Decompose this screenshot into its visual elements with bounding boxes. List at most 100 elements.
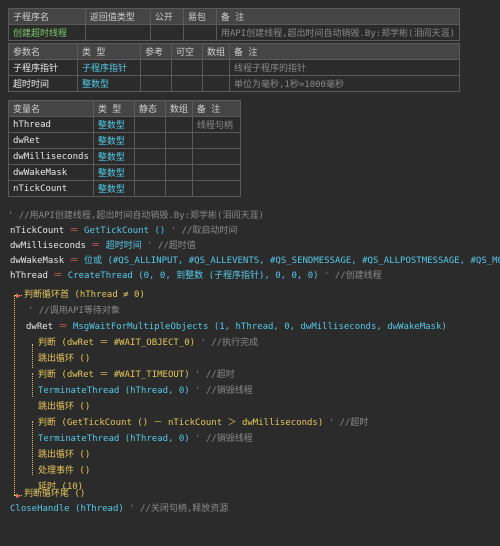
var-static-cell[interactable] [133,148,166,165]
header-cell: 变量名 [8,100,94,117]
var-note-cell[interactable] [191,148,242,165]
header-cell: 易包 [182,8,217,25]
variable-row[interactable]: dwRet 整数型 [8,132,242,149]
header-cell: 备 注 [215,8,461,25]
subroutine-name-cell[interactable]: 创建超时线程 [8,24,86,41]
code-op: ＝ [64,226,85,236]
code-line-break[interactable]: 跳出循环 () [38,448,90,462]
code-call: TerminateThread (hThread, 0) [38,386,190,396]
code-line-loop-tail[interactable]: 判断循环尾 () [24,487,85,501]
header-cell: 备 注 [229,43,460,60]
code-line[interactable]: nTickCount ＝ GetTickCount () ' //取启动时间 [10,224,237,238]
code-line[interactable]: dwMilliseconds ＝ 超时时间 ' //超时值 [10,239,196,253]
var-static-cell[interactable] [133,164,166,181]
code-comment: ' //超时 [189,370,235,380]
var-static-cell[interactable] [133,180,166,197]
param-note-cell[interactable]: 线程子程序的指针 [229,59,460,76]
var-type-cell[interactable]: 整数型 [92,132,135,149]
variable-row[interactable]: dwMilliseconds 整数型 [8,148,242,165]
header-cell: 类 型 [77,43,141,60]
parameter-row[interactable]: 子程序指针 子程序指针 线程子程序的指针 [8,59,460,76]
code-call: MsgWaitForMultipleObjects (1, hThread, 0… [72,322,447,332]
var-array-cell[interactable] [164,164,193,181]
code-if: 判断 (dwRet ＝ #WAIT_TIMEOUT) [38,370,190,380]
param-type-cell[interactable]: 整数型 [77,75,141,92]
code-line[interactable]: TerminateThread (hThread, 0) ' //销毁线程 [38,432,253,446]
var-type-cell[interactable]: 整数型 [92,116,135,133]
var-static-cell[interactable] [133,116,166,133]
param-array-cell[interactable] [201,59,231,76]
var-name-cell[interactable]: dwMilliseconds [8,148,94,165]
code-line-break[interactable]: 跳出循环 () [38,400,90,414]
code-line-comment[interactable]: ' //调用API等待对象 [28,304,120,318]
var-array-cell[interactable] [164,116,193,133]
var-array-cell[interactable] [164,132,193,149]
subroutine-row[interactable]: 创建超时线程 用API创建线程,超出时间自动销毁.By:郑学彬(泪阎天涯) [8,24,461,41]
code-line-break[interactable]: 跳出循环 () [38,352,90,366]
code-comment: ' //销毁线程 [189,386,253,396]
var-type-cell[interactable]: 整数型 [92,180,135,197]
loop-flow-line [14,295,15,495]
code-op: ＝ [47,271,68,281]
code-op: ＝ [85,241,106,251]
code-line-if[interactable]: 判断 (dwRet ＝ #WAIT_OBJECT_0) ' //执行完成 [38,336,258,350]
param-ref-cell[interactable] [140,59,172,76]
subroutine-note-cell[interactable]: 用API创建线程,超出时间自动销毁.By:郑学彬(泪阎天涯) [215,24,461,41]
param-name-cell[interactable]: 超时时间 [8,75,78,92]
var-note-cell[interactable] [191,180,242,197]
subroutine-header-row: 子程序名 返回值类型 公开 易包 备 注 [8,8,461,25]
code-line-do-events[interactable]: 处理事件 () [38,464,90,478]
code-line-if[interactable]: 判断 (dwRet ＝ #WAIT_TIMEOUT) ' //超时 [38,368,235,382]
code-call: TerminateThread (hThread, 0) [38,434,190,444]
code-line-loop-head[interactable]: 判断循环首 (hThread ≠ 0) [24,288,145,302]
code-line[interactable]: dwRet ＝ MsgWaitForMultipleObjects (1, hT… [26,320,447,334]
variable-row[interactable]: hThread 整数型 线程句柄 [8,116,242,133]
parameter-row[interactable]: 超时时间 整数型 单位为毫秒,1秒=1000毫秒 [8,75,460,92]
code-var: nTickCount [10,226,65,236]
code-var: dwMilliseconds [10,241,86,251]
param-note-cell[interactable]: 单位为毫秒,1秒=1000毫秒 [229,75,460,92]
param-array-cell[interactable] [201,75,231,92]
variable-row[interactable]: nTickCount 整数型 [8,180,242,197]
flow-arrow-icon: ▶ [16,491,21,500]
param-name-cell[interactable]: 子程序指针 [8,59,78,76]
var-note-cell[interactable]: 线程句柄 [191,116,242,133]
variable-row[interactable]: dwWakeMask 整数型 [8,164,242,181]
param-empty-cell[interactable] [171,75,203,92]
code-line[interactable]: CloseHandle (hThread) ' //关闭句柄,释放资源 [10,502,228,516]
code-line[interactable]: dwWakeMask ＝ 位或 (#QS_ALLINPUT, #QS_ALLEV… [10,254,500,268]
subroutine-return-cell[interactable] [84,24,151,41]
subroutine-easy-cell[interactable] [182,24,217,41]
code-var: hThread [10,271,48,281]
var-name-cell[interactable]: dwWakeMask [8,164,94,181]
header-cell: 返回值类型 [84,8,151,25]
code-line-comment[interactable]: ' //用API创建线程,超出时间自动销毁.By:郑学彬(泪阎天涯) [8,209,264,223]
code-line[interactable]: hThread ＝ CreateThread (0, 0, 到整数 (子程序指针… [10,269,382,283]
var-array-cell[interactable] [164,148,193,165]
flow-arrow-icon: ▶ [16,291,21,300]
code-comment: ' //关闭句柄,释放资源 [123,504,229,514]
var-name-cell[interactable]: nTickCount [8,180,94,197]
code-call: 超时时间 [105,241,142,251]
param-empty-cell[interactable] [171,59,203,76]
code-line[interactable]: TerminateThread (hThread, 0) ' //销毁线程 [38,384,253,398]
header-cell: 数组 [201,43,231,60]
var-note-cell[interactable] [191,164,242,181]
var-note-cell[interactable] [191,132,242,149]
var-name-cell[interactable]: dwRet [8,132,94,149]
var-array-cell[interactable] [164,180,193,197]
param-type-cell[interactable]: 子程序指针 [77,59,141,76]
code-comment: ' //超时 [323,418,369,428]
subroutine-public-cell[interactable] [149,24,184,41]
if-flow-line [32,373,33,397]
header-cell: 公开 [149,8,184,25]
param-ref-cell[interactable] [140,75,172,92]
code-line-if[interactable]: 判断 (GetTickCount () － nTickCount ＞ dwMil… [38,416,368,430]
var-type-cell[interactable]: 整数型 [92,164,135,181]
subroutine-table: 子程序名 返回值类型 公开 易包 备 注 创建超时线程 用API创建线程,超出时… [8,8,461,41]
parameter-header-row: 参数名 类 型 参考 可空 数组 备 注 [8,43,460,60]
var-type-cell[interactable]: 整数型 [92,148,135,165]
header-cell: 类 型 [92,100,135,117]
var-name-cell[interactable]: hThread [8,116,94,133]
var-static-cell[interactable] [133,132,166,149]
